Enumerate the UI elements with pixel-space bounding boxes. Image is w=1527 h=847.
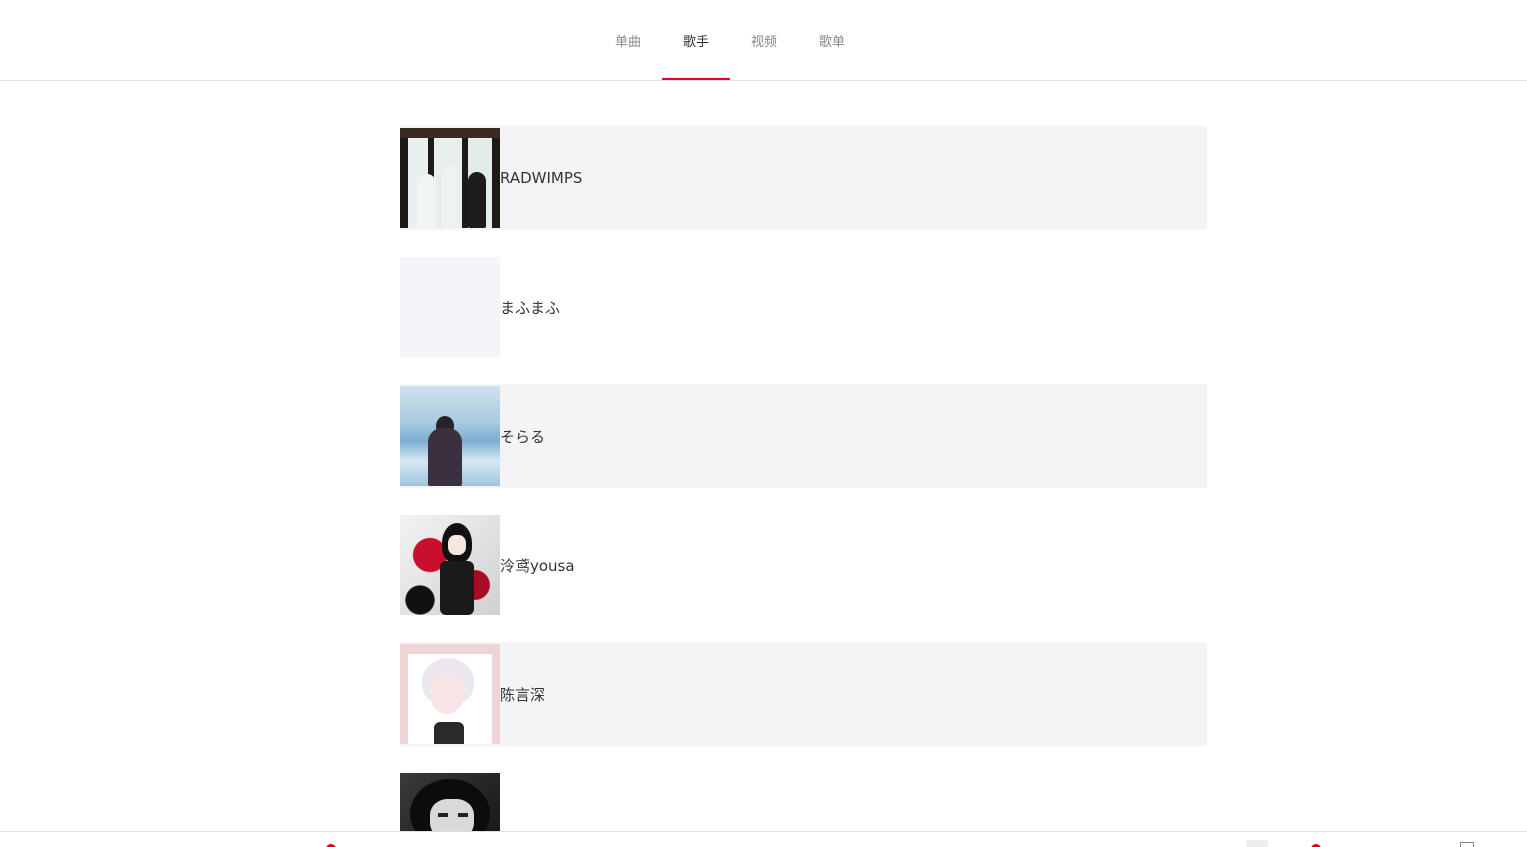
tab-artists[interactable]: 歌手 [662,0,730,80]
list-icon[interactable] [1246,840,1268,847]
artist-name: 陈言深 [500,685,546,704]
search-results-page: 单曲 歌手 视频 歌单 RADWIMPS まふまふ そらる 泠鸢yousa 陈言… [0,0,1527,847]
artist-row[interactable]: 陈言深 [400,642,1207,746]
artist-row[interactable]: そらる [400,384,1207,488]
artist-avatar [400,386,500,486]
artist-name: まふまふ [500,298,561,317]
tab-songs[interactable]: 单曲 [594,0,662,80]
artist-name: 泠鸢yousa [500,556,575,575]
artist-row[interactable]: RADWIMPS [400,126,1207,230]
artist-row[interactable]: まふまふ [400,255,1207,359]
artist-row[interactable]: 泠鸢yousa [400,513,1207,617]
artist-avatar [400,128,500,228]
artist-name: RADWIMPS [500,169,583,187]
artist-list: RADWIMPS まふまふ そらる 泠鸢yousa 陈言深 [400,126,1207,847]
playlist-icon[interactable] [1460,842,1474,847]
artist-avatar [400,257,500,357]
tab-bar: 单曲 歌手 视频 歌单 [0,0,1527,81]
player-bar [0,831,1527,847]
tab-playlists[interactable]: 歌单 [798,0,866,80]
artist-name: そらる [500,427,546,446]
tabs: 单曲 歌手 视频 歌单 [594,0,866,81]
artist-avatar [400,515,500,615]
tab-videos[interactable]: 视频 [730,0,798,80]
artist-avatar [400,644,500,744]
